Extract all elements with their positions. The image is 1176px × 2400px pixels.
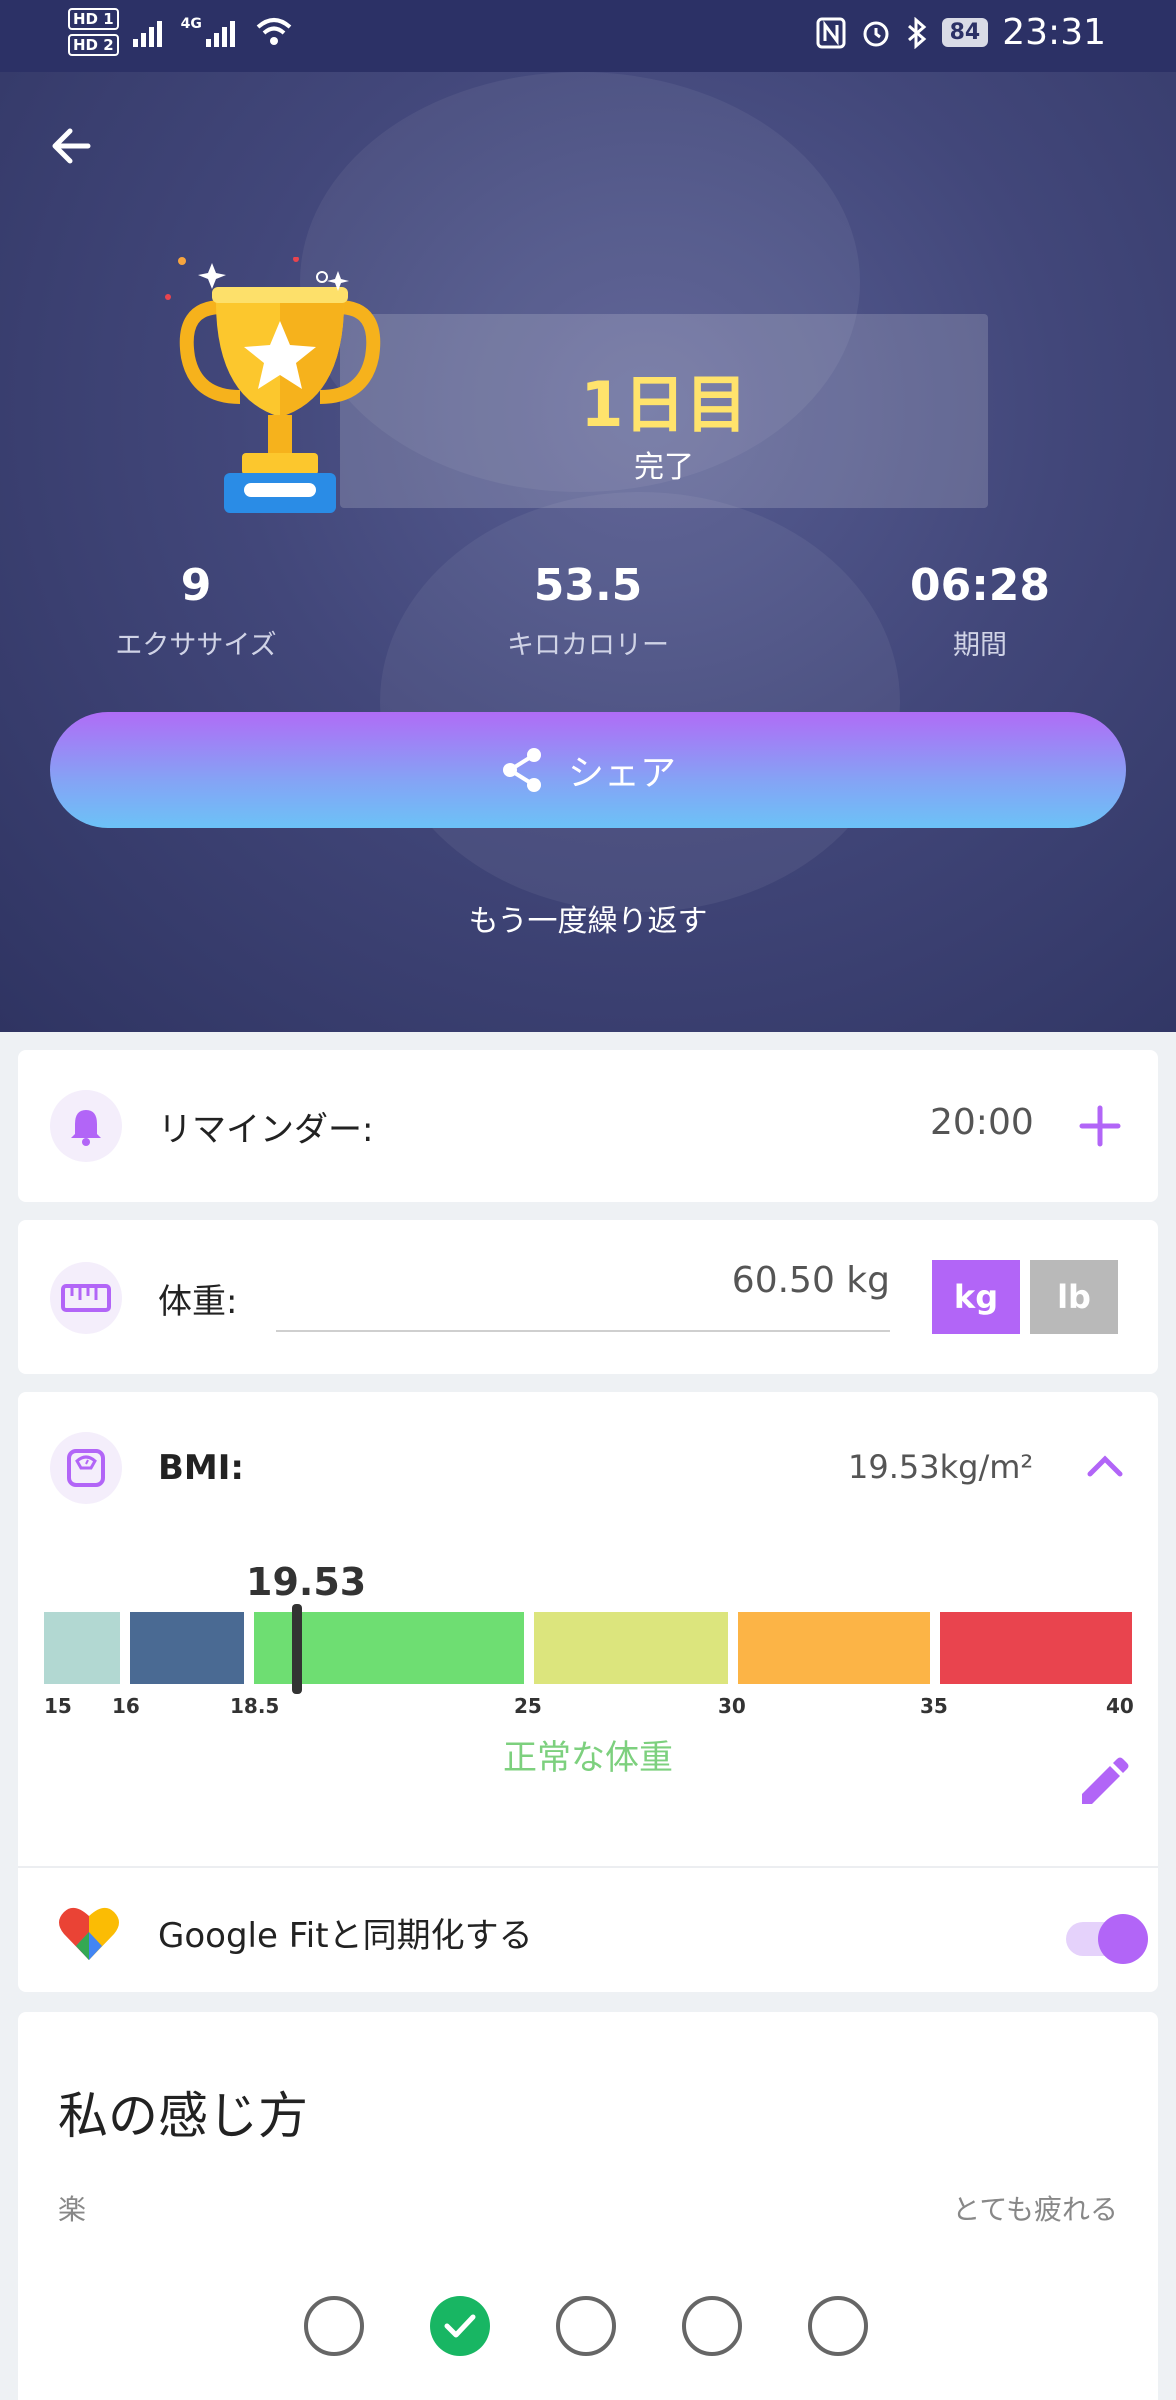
- bmi-category: 正常な体重: [503, 1738, 673, 1778]
- weight-label: 体重:: [158, 1282, 238, 1322]
- status-time: 23:31: [1002, 12, 1106, 53]
- edit-icon[interactable]: [1074, 1756, 1130, 1812]
- feeling-option-5[interactable]: [808, 2296, 868, 2356]
- repeat-button[interactable]: もう一度繰り返す: [0, 896, 1176, 940]
- network-type: 4G: [180, 16, 202, 32]
- alarm-icon: [863, 21, 889, 46]
- unit-kg-button[interactable]: kg: [932, 1260, 1020, 1334]
- reminder-label: リマインダー:: [158, 1110, 374, 1150]
- bmi-icon-wrap: [50, 1432, 122, 1504]
- signal-icon: [132, 21, 162, 47]
- share-label: シェア: [567, 753, 676, 794]
- check-icon: [444, 2314, 476, 2338]
- stat-duration: 06:28 期間: [830, 560, 1130, 662]
- bmi-tick: 40: [1106, 1694, 1134, 1718]
- stat-value: 06:28: [909, 560, 1051, 611]
- day-complete-box: 1日目 完了: [340, 314, 988, 508]
- weight-input[interactable]: 60.50 kg: [276, 1260, 890, 1301]
- reminder-icon-wrap: [50, 1090, 122, 1162]
- share-icon: [502, 748, 541, 792]
- card-divider: [18, 1866, 1158, 1868]
- reminder-card[interactable]: リマインダー: 20:00: [18, 1050, 1158, 1202]
- status-bar: HD 1 HD 2 4G 84 23:31: [0, 0, 1176, 72]
- unit-lb-button[interactable]: lb: [1030, 1260, 1118, 1334]
- feeling-title: 私の感じ方: [58, 2087, 308, 2145]
- stat-calories: 53.5 キロカロリー: [438, 560, 738, 662]
- add-reminder-icon[interactable]: [1078, 1104, 1122, 1148]
- bmi-segment-overweight: [534, 1612, 728, 1684]
- bmi-tick: 16: [112, 1694, 140, 1718]
- nfc-icon: [816, 17, 846, 48]
- sim1-badge: HD 1: [68, 8, 119, 30]
- battery-indicator: 84: [941, 18, 989, 47]
- stat-exercises: 9 エクササイズ: [46, 560, 346, 662]
- feeling-right-label: とても疲れる: [952, 2193, 1118, 2226]
- share-button[interactable]: シェア: [50, 712, 1126, 828]
- bmi-segment-severely-obese: [940, 1612, 1132, 1684]
- bmi-tick: 18.5: [230, 1694, 280, 1718]
- bmi-marker-value: 19.53: [246, 1560, 367, 1604]
- bmi-marker: [292, 1604, 302, 1694]
- stat-value: 9: [180, 560, 212, 611]
- stat-value: 53.5: [533, 560, 643, 611]
- weight-input-underline: [276, 1330, 890, 1332]
- back-arrow-icon[interactable]: [42, 116, 102, 176]
- sim-indicators: HD 1 HD 2: [68, 8, 119, 56]
- trophy-icon: [165, 257, 381, 513]
- workout-complete-header: 1日目 完了 9 エクササイズ 53.5 キロカロリー 06:28 期間 シェア…: [0, 72, 1176, 1032]
- feeling-option-3[interactable]: [556, 2296, 616, 2356]
- stat-label: キロカロリー: [507, 630, 669, 661]
- bmi-segment-obese: [738, 1612, 930, 1684]
- feeling-card: 私の感じ方 楽 とても疲れる: [18, 2012, 1158, 2400]
- feeling-left-label: 楽: [58, 2193, 87, 2226]
- bell-icon: [71, 1110, 101, 1146]
- ruler-icon: [61, 1284, 111, 1312]
- feeling-option-2[interactable]: [430, 2296, 490, 2356]
- bmi-tick: 15: [44, 1694, 72, 1718]
- day-title: 1日目: [580, 368, 748, 441]
- weight-icon-wrap: [50, 1262, 122, 1334]
- collapse-icon[interactable]: [1084, 1450, 1126, 1480]
- bmi-tick: 30: [718, 1694, 746, 1718]
- google-fit-icon: [59, 1907, 119, 1960]
- scale-icon: [67, 1449, 105, 1487]
- signal-icon-2: [205, 21, 235, 47]
- feeling-option-1[interactable]: [304, 2296, 364, 2356]
- bmi-segment-underweight-severe: [44, 1612, 120, 1684]
- reminder-time[interactable]: 20:00: [930, 1102, 1034, 1143]
- bmi-card: BMI: 19.53kg/m² 19.53 15 16 18.5 25 30 3…: [18, 1392, 1158, 1992]
- wifi-icon: [256, 18, 292, 45]
- stat-label: 期間: [953, 630, 1007, 661]
- bmi-value: 19.53kg/m²: [848, 1448, 1034, 1486]
- google-fit-label: Google Fitと同期化する: [158, 1916, 533, 1956]
- google-fit-toggle[interactable]: [1098, 1914, 1148, 1964]
- bmi-tick: 25: [514, 1694, 542, 1718]
- sim2-badge: HD 2: [68, 34, 119, 56]
- feeling-option-4[interactable]: [682, 2296, 742, 2356]
- stat-label: エクササイズ: [115, 630, 277, 661]
- bmi-tick: 35: [920, 1694, 948, 1718]
- background-figure-2: [380, 492, 900, 912]
- bmi-label: BMI:: [158, 1448, 244, 1488]
- weight-card: 体重: 60.50 kg kg lb: [18, 1220, 1158, 1374]
- bmi-segment-underweight: [130, 1612, 244, 1684]
- bluetooth-icon: [907, 16, 926, 49]
- day-subtitle: 完了: [634, 450, 694, 485]
